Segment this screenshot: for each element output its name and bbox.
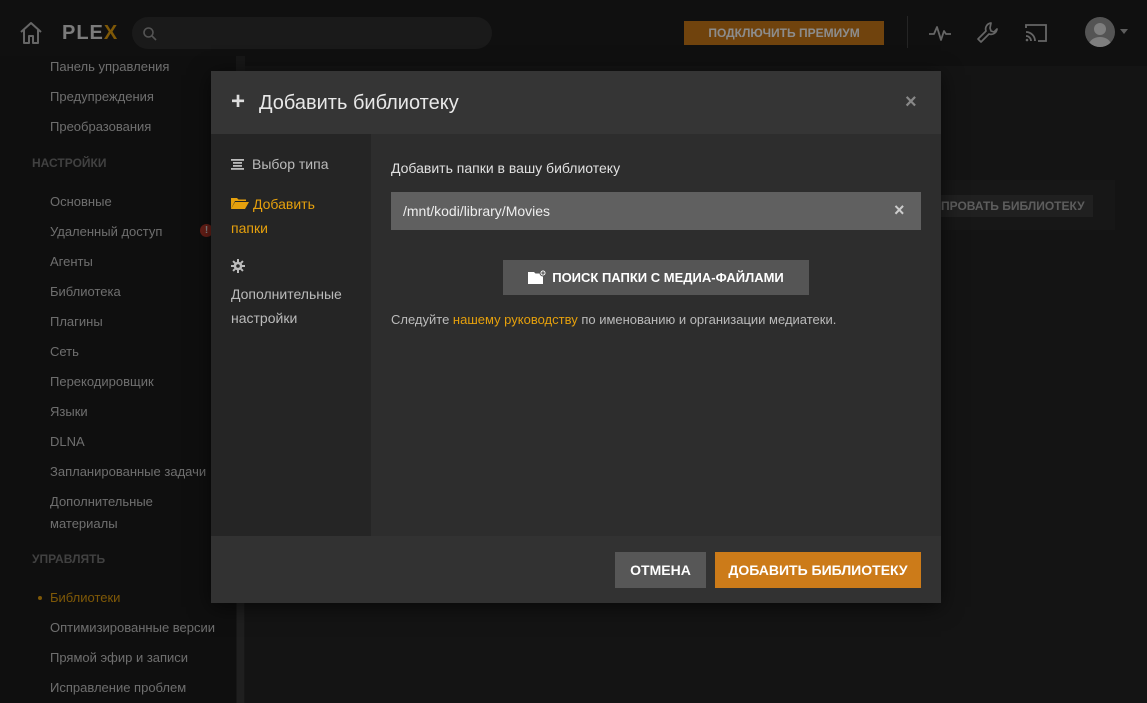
browse-media-folder-label: ПОИСК ПАПКИ С МЕДИА-ФАЙЛАМИ bbox=[552, 270, 784, 285]
guide-link[interactable]: нашему руководству bbox=[453, 312, 578, 327]
dialog-body: Добавить папки в вашу библиотеку × ПОИСК… bbox=[371, 134, 941, 536]
folder-open-icon bbox=[231, 198, 249, 209]
nav-item-select-type-label: Выбор типа bbox=[252, 156, 329, 172]
naming-hint: Следуйте нашему руководству по именовани… bbox=[391, 312, 836, 327]
browse-media-folder-button[interactable]: ПОИСК ПАПКИ С МЕДИА-ФАЙЛАМИ bbox=[503, 260, 809, 295]
nav-item-advanced-line2: настройки bbox=[231, 310, 298, 326]
folders-label: Добавить папки в вашу библиотеку bbox=[391, 160, 621, 176]
clear-path-icon[interactable]: × bbox=[894, 200, 905, 221]
plus-icon: + bbox=[231, 88, 246, 115]
nav-item-advanced[interactable]: Дополнительные настройки bbox=[231, 282, 366, 330]
dialog-header: + Добавить библиотеку × bbox=[211, 71, 941, 134]
hint-suffix: по именованию и организации медиатеки. bbox=[577, 312, 837, 327]
hint-prefix: Следуйте bbox=[391, 312, 453, 327]
list-icon bbox=[231, 159, 244, 170]
nav-item-add-folders-line1: Добавить bbox=[253, 196, 315, 212]
nav-item-select-type[interactable]: Выбор типа bbox=[231, 156, 328, 172]
nav-item-add-folders[interactable]: Добавить папки bbox=[231, 192, 361, 240]
dialog-footer: ОТМЕНА ДОБАВИТЬ БИБЛИОТЕКУ bbox=[211, 536, 941, 603]
cancel-button[interactable]: ОТМЕНА bbox=[615, 552, 706, 588]
folder-path-input[interactable] bbox=[391, 192, 921, 230]
nav-item-advanced-line1: Дополнительные bbox=[231, 286, 342, 302]
folder-add-icon bbox=[528, 270, 547, 284]
close-icon[interactable]: × bbox=[905, 91, 917, 114]
add-library-button[interactable]: ДОБАВИТЬ БИБЛИОТЕКУ bbox=[715, 552, 921, 588]
dialog-nav: Выбор типа Добавить папки Дополнительные… bbox=[211, 134, 371, 536]
nav-item-add-folders-line2: папки bbox=[231, 220, 268, 236]
gear-icon bbox=[231, 259, 245, 273]
dialog-title: Добавить библиотеку bbox=[259, 92, 459, 114]
add-library-dialog: + Добавить библиотеку × Выбор типа Добав… bbox=[211, 71, 941, 603]
